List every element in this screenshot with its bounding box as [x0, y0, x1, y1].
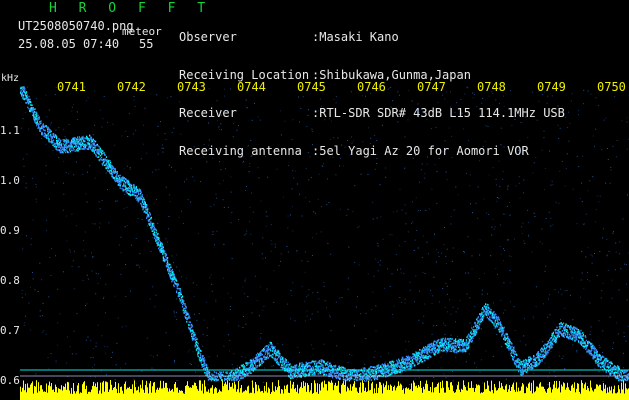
datetime: 25.08.05 07:40 — [18, 37, 120, 51]
y-tick: 0.6 — [0, 374, 20, 387]
observer-label: Observer — [179, 30, 237, 44]
noise-bar — [20, 380, 629, 400]
y-tick: 1.1 — [0, 124, 20, 137]
doppler-trace — [20, 86, 629, 382]
spectrogram — [20, 86, 629, 400]
y-tick: 1.0 — [0, 174, 20, 187]
y-tick: 0.9 — [0, 224, 20, 237]
file-name: UT2508050740.png — [18, 19, 134, 33]
y-tick: 0.8 — [0, 274, 20, 287]
observer-value: :Masaki Kano — [312, 30, 399, 44]
unit-label: kHz — [1, 73, 20, 84]
meteor-count: 55 — [139, 37, 154, 51]
y-tick: 0.7 — [0, 324, 20, 337]
